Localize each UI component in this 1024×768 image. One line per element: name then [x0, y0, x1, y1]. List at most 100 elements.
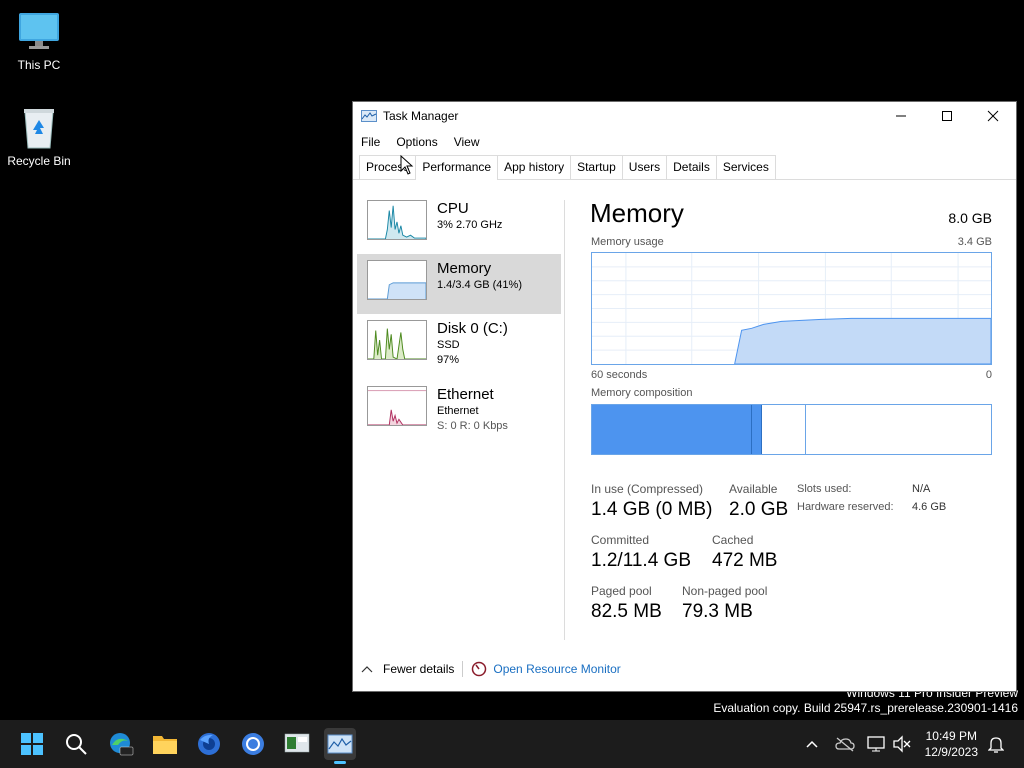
disk-thumbnail-graph [367, 320, 427, 360]
graph-axis-right: 0 [985, 369, 992, 381]
network-monitor-icon [867, 736, 885, 752]
this-pc-label: This PC [17, 58, 61, 72]
committed-value: 1.2/11.4 GB [591, 550, 691, 571]
slots-used-value: N/A [912, 483, 931, 495]
paged-pool-label: Paged pool [591, 584, 652, 598]
network-button[interactable] [867, 720, 887, 768]
title-bar[interactable]: Task Manager [353, 102, 1016, 130]
window-title: Task Manager [383, 109, 459, 123]
resource-cpu[interactable]: CPU 3% 2.70 GHz [357, 194, 561, 254]
memory-title: Memory [590, 198, 684, 228]
memory-name: Memory [437, 260, 492, 277]
ethernet-throughput: S: 0 R: 0 Kbps [437, 420, 508, 432]
tab-app-history[interactable]: App history [497, 155, 572, 179]
available-label: Available [729, 482, 778, 496]
firefox-button[interactable] [193, 728, 225, 760]
stat-cached: Cached 472 MB [712, 533, 777, 572]
maximize-button[interactable] [924, 102, 970, 130]
chevron-up-icon [806, 740, 818, 748]
cached-value: 472 MB [712, 550, 778, 571]
resource-disk[interactable]: Disk 0 (C:) SSD 97% [357, 314, 561, 374]
menu-view[interactable]: View [452, 135, 488, 149]
disk-usage: 97% [437, 354, 460, 366]
minimize-button[interactable] [878, 102, 924, 130]
resource-ethernet[interactable]: Ethernet Ethernet S: 0 R: 0 Kbps [357, 380, 561, 440]
search-button[interactable] [60, 728, 92, 760]
folder-icon [153, 736, 177, 754]
stat-paged-pool: Paged pool 82.5 MB [591, 584, 662, 623]
task-manager-taskbar-icon [327, 734, 353, 754]
open-resource-monitor-label: Open Resource Monitor [493, 662, 621, 676]
resource-memory[interactable]: Memory 1.4/3.4 GB (41%) [357, 254, 561, 314]
minimize-icon [896, 115, 906, 117]
task-manager-window: Task Manager File Options View Process P… [352, 101, 1017, 692]
cpu-name: CPU [437, 200, 469, 217]
windows-logo-icon [21, 733, 43, 755]
taskbar: 10:49 PM 12/9/2023 [0, 720, 1024, 768]
fewer-details-label: Fewer details [383, 662, 455, 676]
non-paged-pool-value: 79.3 MB [682, 601, 753, 622]
this-pc-shortcut[interactable]: This PC [1, 10, 77, 72]
clock-time: 10:49 PM [925, 729, 977, 743]
memory-composition-bar [591, 404, 992, 455]
composition-free[interactable] [806, 405, 991, 454]
resource-list: CPU 3% 2.70 GHz Memory 1.4/3.4 GB (41%) … [357, 194, 561, 440]
start-button[interactable] [16, 728, 48, 760]
ethernet-adapter: Ethernet [437, 405, 479, 417]
tab-users[interactable]: Users [621, 155, 668, 179]
clock-date: 12/9/2023 [924, 745, 978, 759]
stat-available: Available 2.0 GB [729, 482, 788, 521]
in-use-label: In use (Compressed) [591, 482, 704, 496]
app-window-button[interactable] [281, 728, 313, 760]
hardware-reserved-value: 4.6 GB [912, 501, 947, 513]
available-value: 2.0 GB [729, 499, 789, 520]
show-hidden-icons-button[interactable] [804, 720, 820, 768]
paged-pool-value: 82.5 MB [591, 601, 662, 622]
stat-in-use: In use (Compressed) 1.4 GB (0 MB) [591, 482, 712, 521]
chrome-button[interactable] [237, 728, 269, 760]
memory-total: 8.0 GB [948, 210, 992, 226]
bell-icon [988, 737, 1004, 753]
tab-strip: Process Performance App history Startup … [353, 154, 1016, 180]
panel-divider [564, 200, 565, 640]
notifications-button[interactable] [988, 720, 1004, 768]
non-paged-pool-label: Non-paged pool [682, 584, 768, 598]
menu-options[interactable]: Options [394, 135, 445, 149]
monitor-icon [17, 10, 61, 54]
tab-services[interactable]: Services [715, 155, 776, 179]
mouse-cursor-icon [400, 155, 414, 175]
composition-in-use[interactable] [592, 405, 752, 454]
open-resource-monitor-link[interactable]: Open Resource Monitor [471, 661, 621, 677]
recycle-bin-icon [17, 106, 61, 150]
close-icon [987, 110, 999, 122]
system-clock[interactable]: 10:49 PM 12/9/2023 [925, 728, 978, 760]
onedrive-cloud-off-icon [835, 737, 855, 752]
tab-startup[interactable]: Startup [570, 155, 623, 179]
search-icon [66, 734, 87, 755]
file-explorer-button[interactable] [149, 728, 181, 760]
task-manager-taskbar-button[interactable] [324, 728, 356, 764]
memory-thumbnail-graph [367, 260, 427, 300]
fewer-details-button[interactable]: Fewer details [361, 662, 454, 676]
tab-performance[interactable]: Performance [415, 155, 499, 180]
volume-muted-icon [893, 735, 911, 753]
tab-details[interactable]: Details [666, 155, 717, 179]
firefox-icon [198, 733, 220, 755]
app-window-icon [284, 733, 310, 753]
close-button[interactable] [970, 102, 1016, 130]
onedrive-button[interactable] [835, 720, 855, 768]
memory-usage-max: 3.4 GB [957, 236, 992, 248]
volume-button[interactable] [892, 720, 912, 768]
menu-file[interactable]: File [359, 135, 388, 149]
edge-preview-icon [110, 733, 134, 756]
chevron-up-icon [361, 666, 373, 673]
committed-label: Committed [591, 533, 650, 547]
composition-standby[interactable] [762, 405, 806, 454]
composition-modified[interactable] [752, 405, 762, 454]
stat-non-paged-pool: Non-paged pool 79.3 MB [682, 584, 767, 623]
ethernet-thumbnail-graph [367, 386, 427, 426]
cpu-thumbnail-graph [367, 200, 427, 240]
footer-divider [462, 661, 464, 677]
recycle-bin-shortcut[interactable]: Recycle Bin [1, 106, 77, 168]
edge-pre-button[interactable] [105, 728, 137, 760]
